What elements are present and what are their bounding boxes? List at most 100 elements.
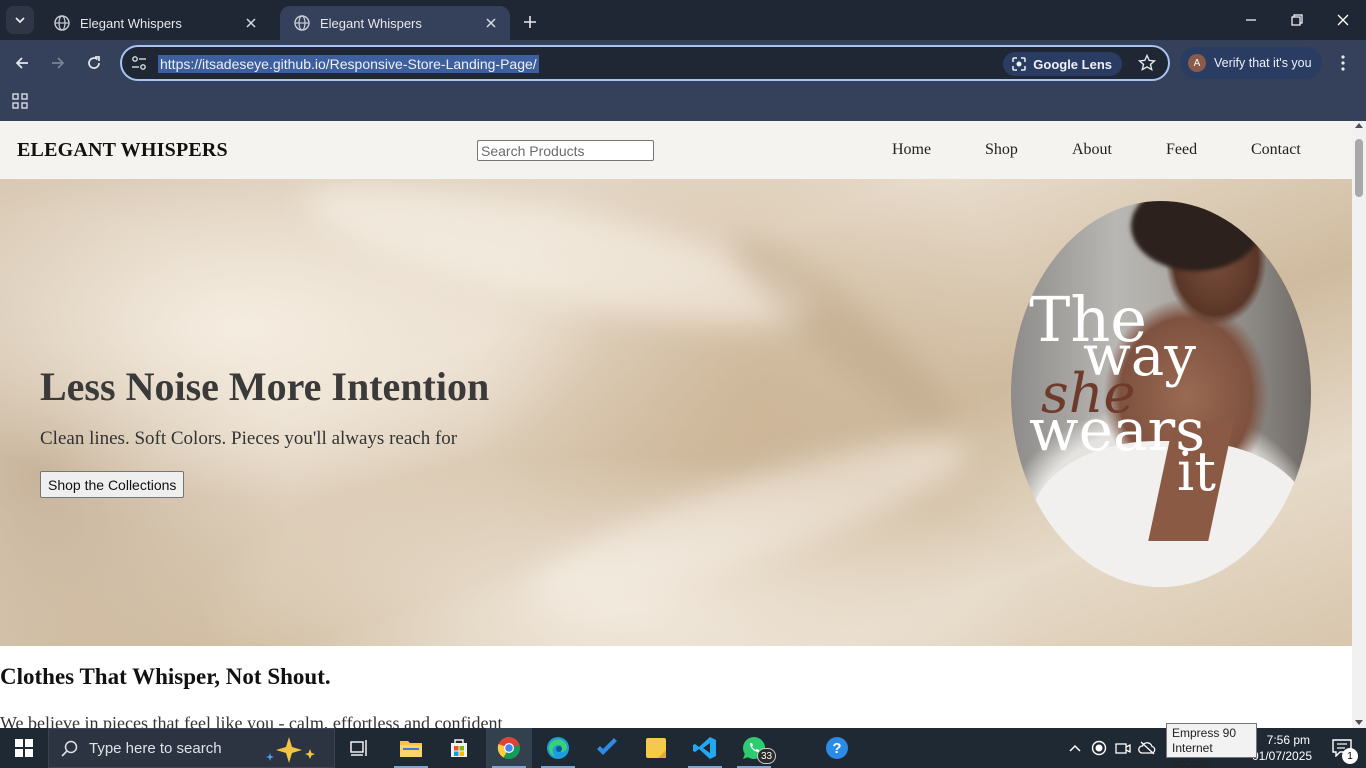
whatsapp-unread-badge: 33 [757,748,777,764]
windows-icon [15,739,33,757]
tab-title: Elegant Whispers [80,15,182,31]
tray-meet-icon[interactable] [1114,738,1132,758]
shop-collections-button[interactable]: Shop the Collections [40,471,185,498]
record-icon [1091,740,1107,756]
nav-contact[interactable]: Contact [1251,141,1301,159]
chrome-icon [497,737,520,759]
show-hidden-icons-button[interactable] [1066,738,1084,758]
browser-toolbar: https://itsadeseye.github.io/Responsive-… [0,40,1366,86]
taskbar-help[interactable]: ? [814,728,860,768]
clock-time: 7:56 pm [1266,733,1310,747]
taskbar-search-placeholder: Type here to search [89,739,222,757]
address-bar[interactable]: https://itsadeseye.github.io/Responsive-… [120,45,1170,81]
tray-record-icon[interactable] [1090,738,1108,758]
restore-icon [1291,14,1303,26]
camera-icon [1115,743,1131,754]
taskbar: Type here to search 33 ? 7:56 pm 01/07/2… [0,728,1366,768]
site-logo[interactable]: ELEGANT WHISPERS [17,139,228,162]
globe-icon [54,15,70,31]
profile-button[interactable]: A Verify that it's you [1180,47,1322,79]
minimize-button[interactable] [1228,0,1274,40]
scroll-up-arrow-icon[interactable] [1355,123,1363,128]
taskbar-sticky-notes[interactable] [633,728,679,768]
taskbar-whatsapp[interactable]: 33 [731,728,777,768]
store-icon [451,739,467,757]
help-icon: ? [826,737,848,759]
edge-icon [547,737,569,759]
nav-home[interactable]: Home [892,141,931,159]
cloud-icon [1138,741,1156,755]
forward-button[interactable] [44,49,72,77]
copilot-sparkle-icon [266,737,315,763]
new-tab-button[interactable] [518,10,542,34]
taskbar-file-explorer[interactable] [388,728,434,768]
fabric-highlight [518,409,982,629]
tab-title: Elegant Whispers [320,15,422,31]
nav-feed[interactable]: Feed [1166,141,1197,159]
tray-network-icon[interactable] [1138,738,1156,758]
hero-subtitle: Clean lines. Soft Colors. Pieces you'll … [40,428,458,449]
taskbar-chrome[interactable] [486,728,532,768]
image-text-it: it [1177,440,1216,503]
image-hair-shape [1131,201,1261,271]
tab-strip: Elegant Whispers Elegant Whispers [0,0,1366,40]
lens-label: Google Lens [1033,56,1112,72]
tab-search-button[interactable] [6,6,34,34]
nav-about[interactable]: About [1072,141,1112,159]
close-tab-icon[interactable] [242,14,260,32]
arrow-right-icon [52,57,65,69]
section-title: Clothes That Whisper, Not Shout. [0,664,331,689]
taskbar-edge[interactable] [535,728,581,768]
sticky-notes-icon [646,738,666,758]
site-header: ELEGANT WHISPERS Home Shop About Feed Co… [0,121,1352,179]
chevron-up-icon [1069,744,1081,752]
taskbar-todo[interactable] [584,728,630,768]
vscode-icon [693,737,716,759]
url-text[interactable]: https://itsadeseye.github.io/Responsive-… [158,55,539,73]
search-icon [61,740,78,757]
restore-button[interactable] [1274,0,1320,40]
browser-tab-1[interactable]: Elegant Whispers [40,6,270,40]
start-button[interactable] [0,728,48,768]
browser-tab-2[interactable]: Elegant Whispers [280,6,510,40]
reload-button[interactable] [80,49,108,77]
page-scrollbar[interactable] [1352,121,1366,728]
taskbar-microsoft-store[interactable] [436,728,482,768]
hero-title: Less Noise More Intention [40,364,490,409]
nav-shop[interactable]: Shop [985,141,1018,159]
task-view-icon [350,740,367,756]
clock-date: 01/07/2025 [1252,749,1313,763]
close-window-button[interactable] [1320,0,1366,40]
scroll-thumb[interactable] [1355,139,1363,197]
system-clock[interactable]: 7:56 pm 01/07/2025 [1252,732,1313,764]
back-button[interactable] [8,49,36,77]
apps-grid-icon[interactable] [10,91,30,111]
browser-menu-button[interactable] [1333,49,1353,77]
bookmarks-bar [0,86,1366,121]
globe-icon [294,15,310,31]
taskbar-vscode[interactable] [682,728,728,768]
more-vert-icon [1341,55,1345,71]
tooltip-network-status: Internet access [1172,741,1213,768]
scroll-down-arrow-icon[interactable] [1355,720,1363,725]
reload-icon [88,56,100,69]
close-tab-icon[interactable] [482,14,500,32]
task-view-button[interactable] [337,728,383,768]
chevron-down-icon [15,17,25,24]
bookmark-star-icon[interactable] [1138,54,1156,72]
site-settings-icon[interactable] [130,54,148,72]
hero-section: Less Noise More Intention Clean lines. S… [0,179,1352,646]
plus-icon [524,16,536,28]
taskbar-search-box[interactable]: Type here to search [48,728,335,768]
page-viewport: ELEGANT WHISPERS Home Shop About Feed Co… [0,121,1352,728]
arrow-left-icon [15,57,28,69]
network-tooltip: Empress 90 Internet access [1166,723,1257,768]
tooltip-network-name: Empress 90 [1172,726,1237,740]
profile-label: Verify that it's you [1214,56,1312,70]
checkmark-app-icon [597,738,617,755]
search-input[interactable] [477,140,654,161]
google-lens-button[interactable]: Google Lens [1003,52,1122,76]
notification-center-button[interactable]: 1 [1318,728,1366,768]
fabric-shadow [713,216,967,442]
section-text: We believe in pieces that feel like you … [0,713,503,728]
